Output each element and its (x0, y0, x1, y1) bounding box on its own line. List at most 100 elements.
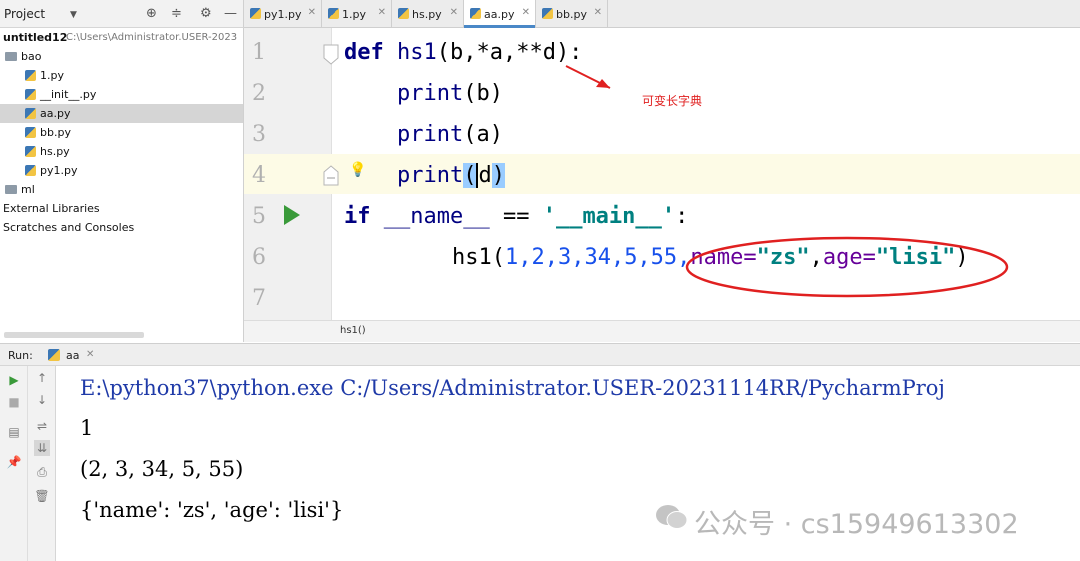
tab-py1[interactable]: py1.py ✕ (244, 0, 322, 27)
numbers-token: 1,2,3,34,5,55, (504, 245, 691, 270)
editor-tab-bar: py1.py ✕ 1.py ✕ hs.py ✕ aa.py ✕ bb.py ✕ (244, 0, 1080, 28)
tab-label: 1.py (342, 8, 366, 21)
folder-icon (5, 185, 17, 194)
python-file-icon (25, 165, 36, 176)
close-icon[interactable]: ✕ (308, 7, 316, 18)
tab-label: bb.py (556, 8, 587, 21)
tree-item-label: 1.py (40, 69, 64, 82)
tree-item-scratches[interactable]: Scratches and Consoles (0, 218, 243, 237)
python-file-icon (328, 8, 339, 19)
soft-wrap-icon[interactable]: ⇌ (34, 418, 50, 434)
fold-end-marker-icon[interactable] (322, 164, 340, 186)
tree-item-label: py1.py (40, 164, 78, 177)
breadcrumb-item[interactable]: hs1() (340, 325, 366, 336)
brace-match-open: ( (463, 163, 477, 188)
annotation-arrow (565, 65, 611, 89)
tree-item-label: bb.py (40, 126, 71, 139)
project-panel-title[interactable]: Project (4, 7, 45, 21)
tree-item-hs[interactable]: hs.py (0, 142, 243, 161)
close-icon[interactable]: ✕ (86, 349, 94, 360)
args-token: (b) (463, 81, 503, 106)
project-tree: untitled12 C:\Users\Administrator.USER-2… (0, 28, 244, 342)
operator-token: == (489, 204, 543, 229)
wechat-icon (656, 505, 688, 529)
tree-item-aa[interactable]: aa.py (0, 104, 243, 123)
close-icon[interactable]: ✕ (522, 7, 530, 18)
breadcrumb[interactable]: hs1() (244, 320, 1080, 342)
run-gutter-icon[interactable] (282, 204, 302, 226)
tree-item-label: External Libraries (3, 202, 100, 215)
tab-bb[interactable]: bb.py ✕ (536, 0, 608, 27)
python-file-icon (25, 108, 36, 119)
locate-icon[interactable]: ⊕ (146, 6, 157, 21)
trash-icon[interactable]: 🗑 (34, 488, 50, 504)
code-line-3: print(a) (397, 122, 503, 147)
colon-token: : (675, 204, 689, 229)
rerun-icon[interactable]: ▶ (6, 372, 22, 388)
tree-item-label: hs.py (40, 145, 70, 158)
function-name-token: hs1 (383, 40, 437, 65)
tree-item-1py[interactable]: 1.py (0, 66, 243, 85)
collapse-all-icon[interactable]: ≑ (171, 6, 182, 21)
lightbulb-icon[interactable]: 💡 (349, 162, 366, 178)
gear-icon[interactable]: ⚙ (200, 6, 212, 21)
string-token: '__main__' (542, 204, 676, 229)
scroll-to-end-icon[interactable]: ⇊ (34, 440, 50, 456)
project-panel-header: Project ▼ ⊕ ≑ ⚙ — (0, 0, 244, 28)
tree-item-ml[interactable]: ml (0, 180, 243, 199)
run-tab-aa[interactable]: aa (66, 349, 79, 362)
stop-icon[interactable]: ■ (6, 394, 22, 410)
python-file-icon (25, 70, 36, 81)
scroll-down-icon[interactable]: ↓ (34, 392, 50, 408)
layout-icon[interactable]: ▤ (6, 424, 22, 440)
caret-row-highlight (244, 154, 1080, 194)
hide-icon[interactable]: — (224, 6, 237, 21)
chevron-down-icon[interactable]: ▼ (70, 10, 77, 20)
tree-item-label: __init__.py (40, 88, 97, 101)
tab-1[interactable]: 1.py ✕ (322, 0, 392, 27)
tree-item-bb[interactable]: bb.py (0, 123, 243, 142)
close-icon[interactable]: ✕ (594, 7, 602, 18)
folder-icon (5, 52, 17, 61)
tab-hs[interactable]: hs.py ✕ (392, 0, 464, 27)
keyword-token: def (344, 40, 384, 65)
scroll-up-icon[interactable]: ↑ (34, 370, 50, 386)
builtin-token: print (397, 122, 464, 147)
project-horizontal-scrollbar[interactable] (4, 332, 144, 338)
tree-item-label: aa.py (40, 107, 71, 120)
line-number: 6 (252, 245, 266, 270)
code-line-1: def hs1(b,*a,**d): (344, 40, 582, 65)
console-line-command: E:\python37\python.exe C:/Users/Administ… (80, 376, 945, 400)
brace-match-close: ) (491, 163, 505, 188)
line-number: 4 (252, 163, 266, 188)
builtin-token: print (397, 163, 464, 188)
fold-marker-icon[interactable] (322, 44, 340, 66)
tree-root[interactable]: untitled12 C:\Users\Administrator.USER-2… (0, 28, 243, 47)
tree-item-bao[interactable]: bao (0, 47, 243, 66)
console-line: 1 (80, 416, 94, 440)
line-number: 3 (252, 122, 266, 147)
code-line-5: if __name__ == '__main__': (344, 204, 688, 229)
call-token: hs1( (452, 245, 505, 270)
run-toolbar-secondary: ↑ ↓ ⇌ ⇊ ⎙ 🗑 (28, 366, 56, 561)
tab-label: aa.py (484, 8, 515, 21)
python-file-icon (470, 8, 481, 19)
tab-label: py1.py (264, 8, 302, 21)
root-path: C:\Users\Administrator.USER-2023 (66, 32, 238, 43)
python-file-icon (25, 146, 36, 157)
python-file-icon (398, 8, 409, 19)
pin-icon[interactable]: 📌 (6, 454, 22, 470)
print-icon[interactable]: ⎙ (34, 464, 50, 480)
tab-aa[interactable]: aa.py ✕ (464, 0, 536, 28)
close-icon[interactable]: ✕ (450, 7, 458, 18)
close-icon[interactable]: ✕ (378, 7, 386, 18)
args-token: (a) (463, 122, 503, 147)
python-file-icon (48, 349, 60, 361)
tree-item-py1[interactable]: py1.py (0, 161, 243, 180)
tab-label: hs.py (412, 8, 442, 21)
run-panel-header: Run: aa ✕ (0, 343, 1080, 366)
tree-item-external-libraries[interactable]: External Libraries (0, 199, 243, 218)
watermark: 公众号 · cs15949613302 (694, 509, 1019, 540)
python-file-icon (25, 89, 36, 100)
tree-item-init[interactable]: __init__.py (0, 85, 243, 104)
